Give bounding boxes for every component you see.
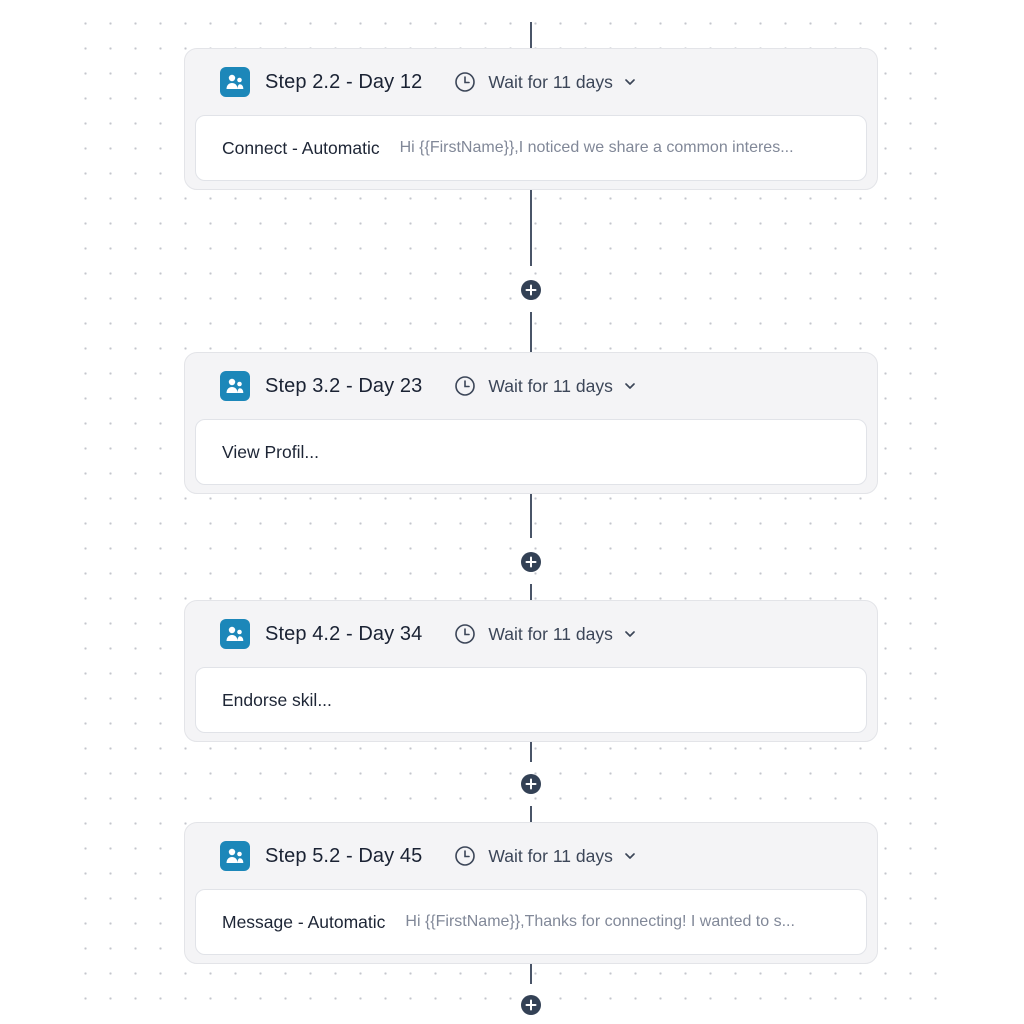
action-label: Endorse skil...	[222, 689, 332, 710]
action-label: Message - Automatic	[222, 911, 386, 932]
connector-line	[530, 312, 532, 352]
people-icon	[220, 841, 250, 871]
connector-line	[530, 494, 532, 538]
plus-icon	[525, 284, 537, 296]
wait-dropdown[interactable]: Wait for 11 days	[454, 623, 637, 645]
connector-line	[530, 22, 532, 48]
step-header: Step 2.2 - Day 12 Wait for 11 days	[220, 67, 857, 97]
people-icon	[220, 67, 250, 97]
step-header: Step 5.2 - Day 45 Wait for 11 days	[220, 841, 857, 871]
wait-dropdown[interactable]: Wait for 11 days	[454, 375, 637, 397]
chevron-down-icon	[625, 383, 635, 389]
people-icon	[220, 619, 250, 649]
action-label: Connect - Automatic	[222, 137, 380, 158]
chevron-down-icon	[625, 853, 635, 859]
message-preview: Hi {{FirstName}},Thanks for connecting! …	[405, 913, 795, 930]
clock-icon	[455, 624, 476, 644]
step-action-box[interactable]: Connect - Automatic Hi {{FirstName}},I n…	[195, 115, 867, 181]
plus-icon	[525, 556, 537, 568]
step-card[interactable]: Step 4.2 - Day 34 Wait for 11 days Endor…	[184, 600, 878, 742]
sequence-canvas[interactable]: Step 2.2 - Day 12 Wait for 11 days Conne…	[0, 0, 1024, 1024]
step-card[interactable]: Step 2.2 - Day 12 Wait for 11 days Conne…	[184, 48, 878, 190]
message-preview: Hi {{FirstName}},I noticed we share a co…	[399, 139, 794, 156]
step-header: Step 3.2 - Day 23 Wait for 11 days	[220, 371, 857, 401]
wait-label: Wait for 11 days	[488, 71, 613, 92]
step-action-box[interactable]: Message - Automatic Hi {{FirstName}},Tha…	[195, 889, 867, 955]
step-title: Step 2.2 - Day 12	[265, 70, 423, 93]
wait-dropdown[interactable]: Wait for 11 days	[454, 71, 637, 93]
wait-label: Wait for 11 days	[488, 375, 613, 396]
step-card[interactable]: Step 3.2 - Day 23 Wait for 11 days View …	[184, 352, 878, 494]
add-step-button[interactable]	[521, 774, 541, 794]
chevron-down-icon	[625, 631, 635, 637]
wait-label: Wait for 11 days	[488, 623, 613, 644]
connector-line	[530, 742, 532, 762]
step-action-box[interactable]: View Profil...	[195, 419, 867, 485]
clock-icon	[455, 72, 476, 92]
people-icon	[220, 371, 250, 401]
add-step-button[interactable]	[521, 995, 541, 1015]
clock-icon	[455, 846, 476, 866]
add-step-button[interactable]	[521, 552, 541, 572]
connector-line	[530, 584, 532, 600]
plus-icon	[525, 778, 537, 790]
step-title: Step 4.2 - Day 34	[265, 622, 423, 645]
clock-icon	[455, 376, 476, 396]
action-label: View Profil...	[222, 441, 319, 462]
chevron-down-icon	[625, 79, 635, 85]
wait-dropdown[interactable]: Wait for 11 days	[454, 845, 637, 867]
step-card[interactable]: Step 5.2 - Day 45 Wait for 11 days Messa…	[184, 822, 878, 964]
step-header: Step 4.2 - Day 34 Wait for 11 days	[220, 619, 857, 649]
step-title: Step 5.2 - Day 45	[265, 844, 423, 867]
add-step-button[interactable]	[521, 280, 541, 300]
connector-line	[530, 806, 532, 822]
step-action-box[interactable]: Endorse skil...	[195, 667, 867, 733]
plus-icon	[525, 999, 537, 1011]
connector-line	[530, 190, 532, 266]
step-title: Step 3.2 - Day 23	[265, 374, 423, 397]
wait-label: Wait for 11 days	[488, 845, 613, 866]
connector-line	[530, 964, 532, 984]
